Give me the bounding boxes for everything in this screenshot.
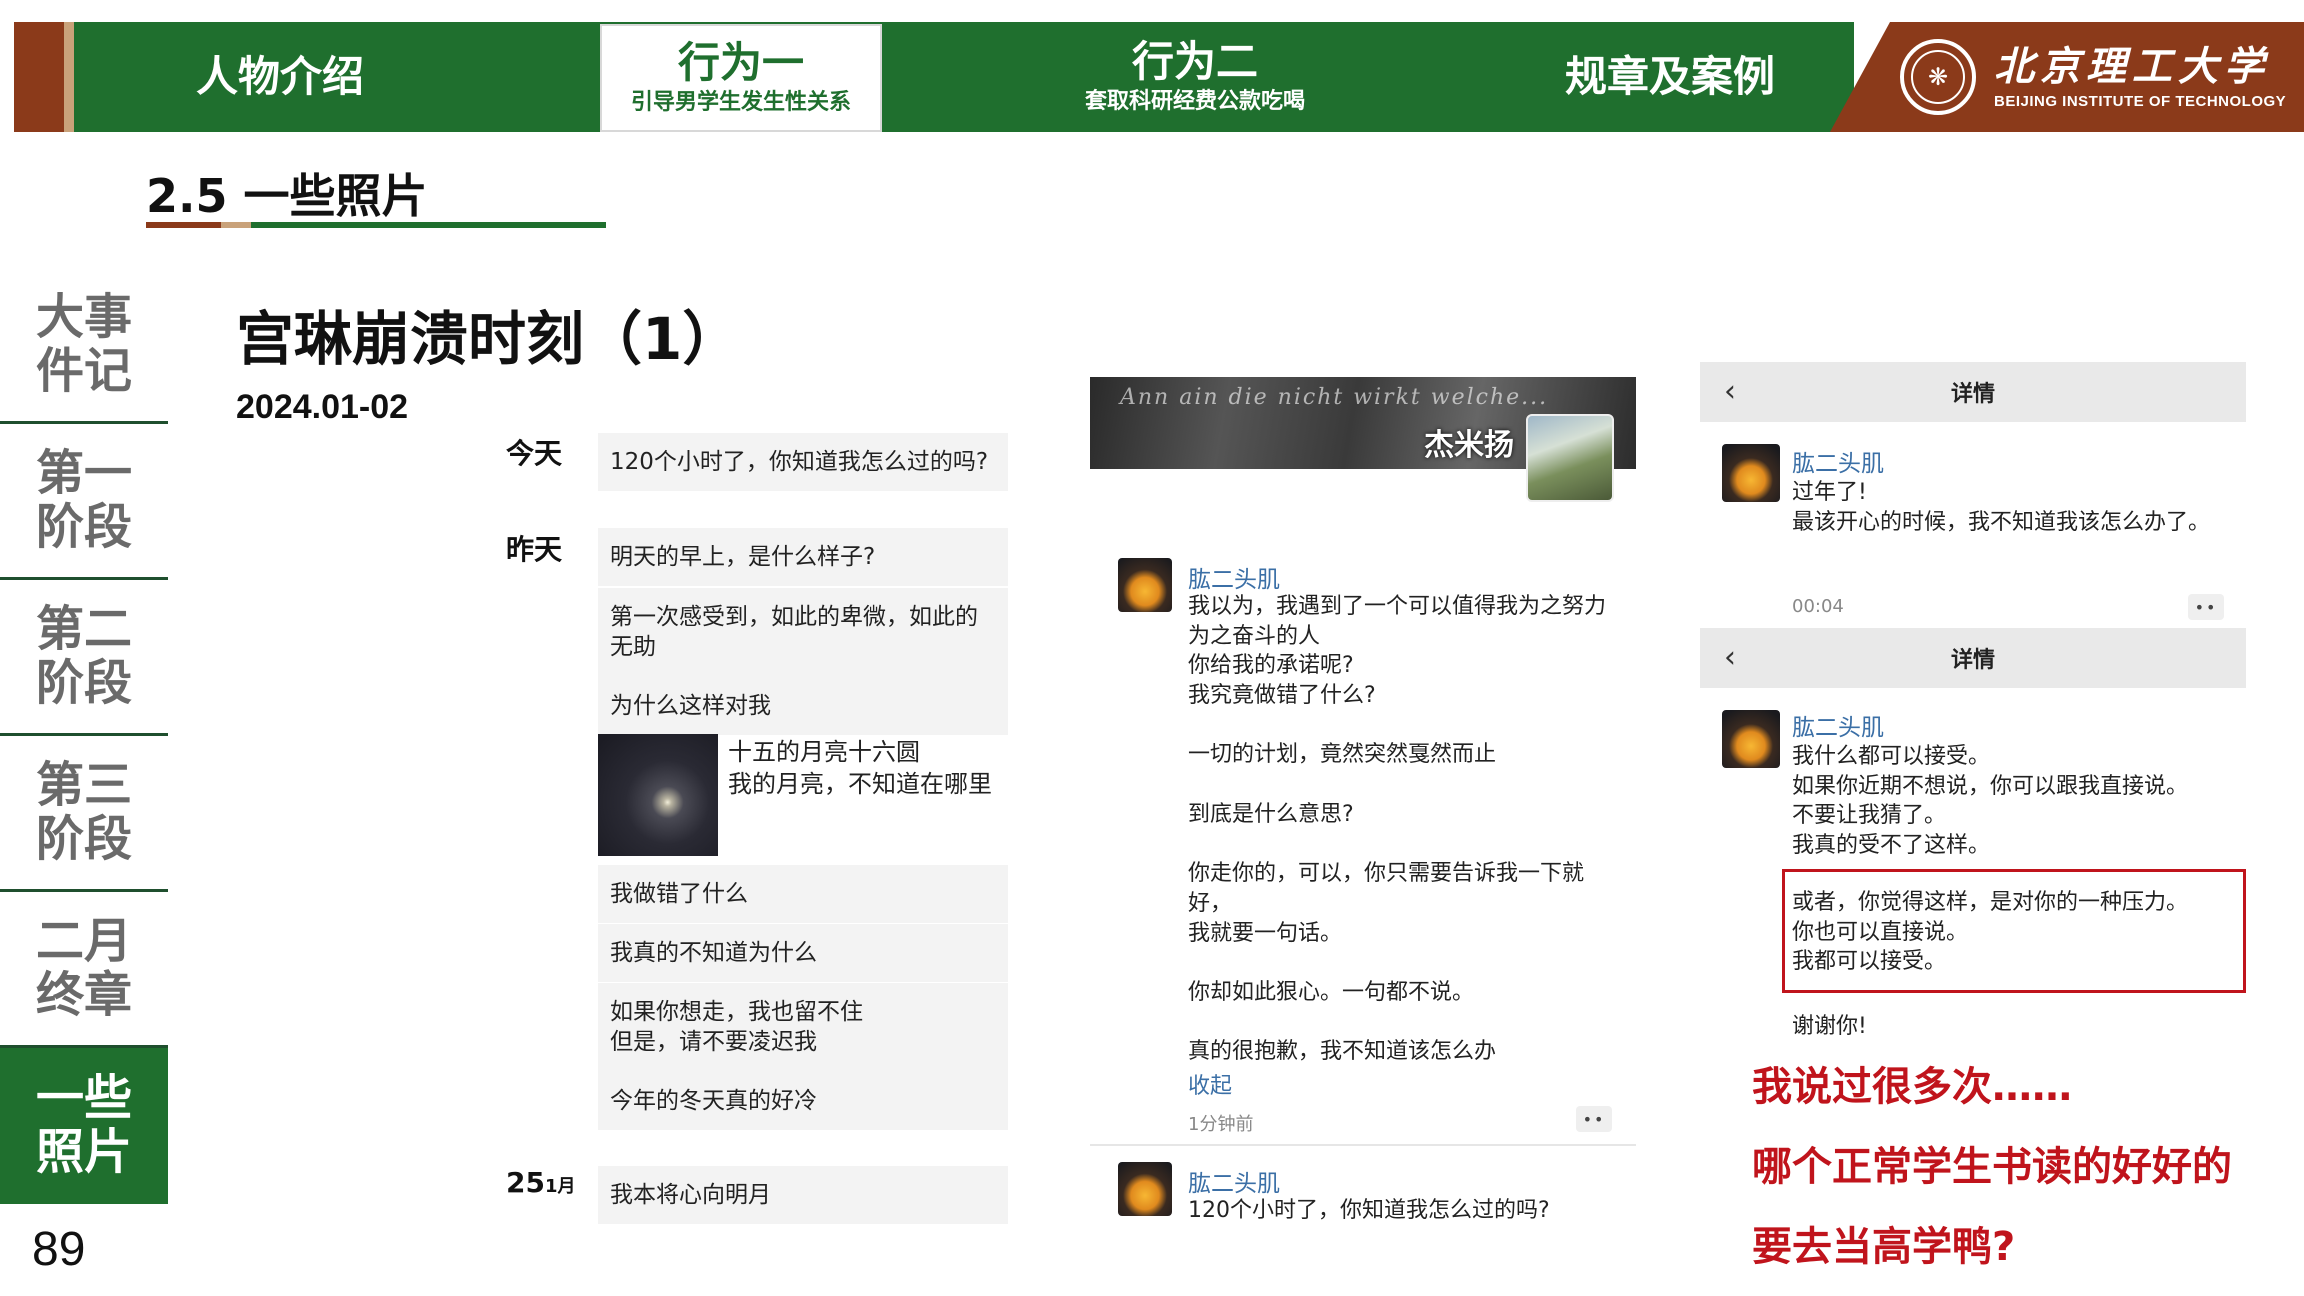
- sidebar-item-stage-one[interactable]: 第一 阶段: [0, 424, 168, 580]
- date-day: 25: [506, 1166, 545, 1199]
- sidebar-item-label: 第一 阶段: [35, 444, 132, 555]
- page-date: 2024.01-02: [236, 388, 409, 426]
- nav-tab-label: 行为一: [677, 37, 804, 87]
- detail-header: ‹ 详情: [1700, 362, 2246, 422]
- back-chevron-icon[interactable]: ‹: [1724, 640, 1736, 675]
- top-navigation-bar: 人物介绍 行为一 引导男学生发生性关系 行为二 套取科研经费公款吃喝 规章及案例…: [0, 22, 2304, 132]
- nav-tab-sublabel: 引导男学生发生性关系: [630, 89, 851, 115]
- nav-edge-accent-light: [64, 22, 74, 132]
- nav-tab-label: 行为二: [1131, 36, 1258, 86]
- nav-tab-people[interactable]: 人物介绍: [110, 22, 450, 132]
- annotation-note: 要去当高学鸭?: [1752, 1224, 2016, 1270]
- post-text: 过年了! 最该开心的时候，我不知道我该怎么办了。: [1792, 480, 2211, 535]
- annotation-note: 我说过很多次……: [1752, 1064, 2072, 1110]
- chat-message: 如果你想走，我也留不住 但是，请不要凌迟我: [598, 983, 1008, 1072]
- chat-message: 我真的不知道为什么: [598, 924, 1008, 983]
- back-chevron-icon[interactable]: ‹: [1724, 374, 1736, 409]
- chat-image-message: 十五的月亮十六圆 我的月亮，不知道在哪里: [598, 734, 1008, 856]
- section-title: 2.5 一些照片: [146, 169, 428, 223]
- post-author[interactable]: 肱二头肌: [1792, 708, 1884, 742]
- chat-message: 120个小时了，你知道我怎么过的吗?: [598, 433, 1008, 492]
- post-avatar[interactable]: [1118, 1162, 1172, 1216]
- post-author[interactable]: 肱二头肌: [1188, 560, 1280, 594]
- section-underline: [146, 222, 606, 228]
- sidebar-item-label: 一些 照片: [35, 1070, 132, 1180]
- nav-tab-label: 规章及案例: [1564, 51, 1775, 101]
- detail-title: 详情: [1950, 382, 1995, 407]
- post-text: 我什么都可以接受。 如果你近期不想说，你可以跟我直接说。 不要让我猜了。 我真的…: [1792, 744, 2189, 859]
- sidebar-item-label: 第三 阶段: [35, 756, 132, 867]
- chat-message: 明天的早上，是什么样子?: [598, 528, 1008, 587]
- post-author[interactable]: 肱二头肌: [1792, 444, 1884, 478]
- university-brand: ❋ 北京理工大学 BEIJING INSTITUTE OF TECHNOLOGY: [1900, 22, 2286, 132]
- sidebar-item-photos[interactable]: 一些 照片: [0, 1048, 168, 1204]
- detail-header: ‹ 详情: [1700, 628, 2246, 688]
- nav-tab-label: 人物介绍: [195, 51, 364, 101]
- more-dots-icon[interactable]: ••: [1576, 1106, 1612, 1132]
- sidebar-item-february-finale[interactable]: 二月 终章: [0, 892, 168, 1048]
- nav-tab-behavior-two[interactable]: 行为二 套取科研经费公款吃喝: [1050, 22, 1340, 132]
- sidebar: 大事 件记 第一 阶段 第二 阶段 第三 阶段 二月 终章 一些 照片: [0, 268, 168, 1204]
- nav-tab-sublabel: 套取科研经费公款吃喝: [1084, 88, 1305, 114]
- post-avatar[interactable]: [1722, 444, 1780, 502]
- sidebar-item-stage-two[interactable]: 第二 阶段: [0, 580, 168, 736]
- page-title: 宫琳崩溃时刻（1）: [236, 305, 741, 373]
- annotation-note: 哪个正常学生书读的好好的: [1752, 1144, 2232, 1190]
- image-caption: 十五的月亮十六圆 我的月亮，不知道在哪里: [728, 738, 992, 799]
- post-divider: [1090, 1144, 1636, 1146]
- highlighted-text: 或者，你觉得这样，是对你的一种压力。 你也可以直接说。 我都可以接受。: [1792, 890, 2189, 975]
- sidebar-item-label: 大事 件记: [35, 288, 132, 399]
- university-seal-icon: ❋: [1900, 39, 1976, 115]
- post-text: 120个小时了，你知道我怎么过的吗?: [1188, 1198, 1550, 1223]
- profile-name: 杰米扬: [1424, 428, 1514, 463]
- more-dots-icon[interactable]: ••: [2188, 594, 2224, 620]
- day-label-date: 251月: [506, 1166, 576, 1199]
- nav-tab-behavior-one[interactable]: 行为一 引导男学生发生性关系: [600, 24, 882, 132]
- chat-message: 第一次感受到，如此的卑微，如此的无助: [598, 588, 1008, 677]
- sidebar-item-label: 第二 阶段: [35, 600, 132, 711]
- chat-message: 我做错了什么: [598, 865, 1008, 924]
- brand-name-cn: 北京理工大学: [1994, 42, 2270, 90]
- profile-avatar[interactable]: [1526, 414, 1614, 502]
- chat-message: 今年的冬天真的好冷: [598, 1072, 1008, 1131]
- post-avatar[interactable]: [1118, 558, 1172, 612]
- detail-title: 详情: [1950, 648, 1995, 673]
- moon-photo[interactable]: [598, 734, 718, 856]
- sidebar-item-timeline[interactable]: 大事 件记: [0, 268, 168, 424]
- post-avatar[interactable]: [1722, 710, 1780, 768]
- post-text: 谢谢你!: [1792, 1014, 1867, 1039]
- brand-name-en: BEIJING INSTITUTE OF TECHNOLOGY: [1994, 92, 2287, 110]
- sidebar-item-label: 二月 终章: [35, 912, 132, 1023]
- date-month: 1月: [544, 1176, 576, 1197]
- day-label-today: 今天: [506, 437, 563, 470]
- post-time: 00:04: [1792, 596, 1844, 617]
- chat-message: 我本将心向明月: [598, 1166, 1008, 1225]
- banner-handwriting: Ann ain die nicht wirkt welche...: [1120, 385, 1549, 410]
- day-label-yesterday: 昨天: [506, 533, 563, 566]
- post-author[interactable]: 肱二头肌: [1188, 1164, 1280, 1198]
- collapse-link[interactable]: 收起: [1188, 1068, 1232, 1100]
- sidebar-item-stage-three[interactable]: 第三 阶段: [0, 736, 168, 892]
- post-time: 1分钟前: [1188, 1114, 1254, 1135]
- post-text: 我以为，我遇到了一个可以值得我为之努力为之奋斗的人 你给我的承诺呢? 我究竟做错…: [1188, 594, 1607, 1065]
- page-number: 89: [32, 1223, 86, 1276]
- nav-tab-regulations[interactable]: 规章及案例: [1510, 22, 1830, 132]
- chat-message: 为什么这样对我: [598, 677, 1008, 736]
